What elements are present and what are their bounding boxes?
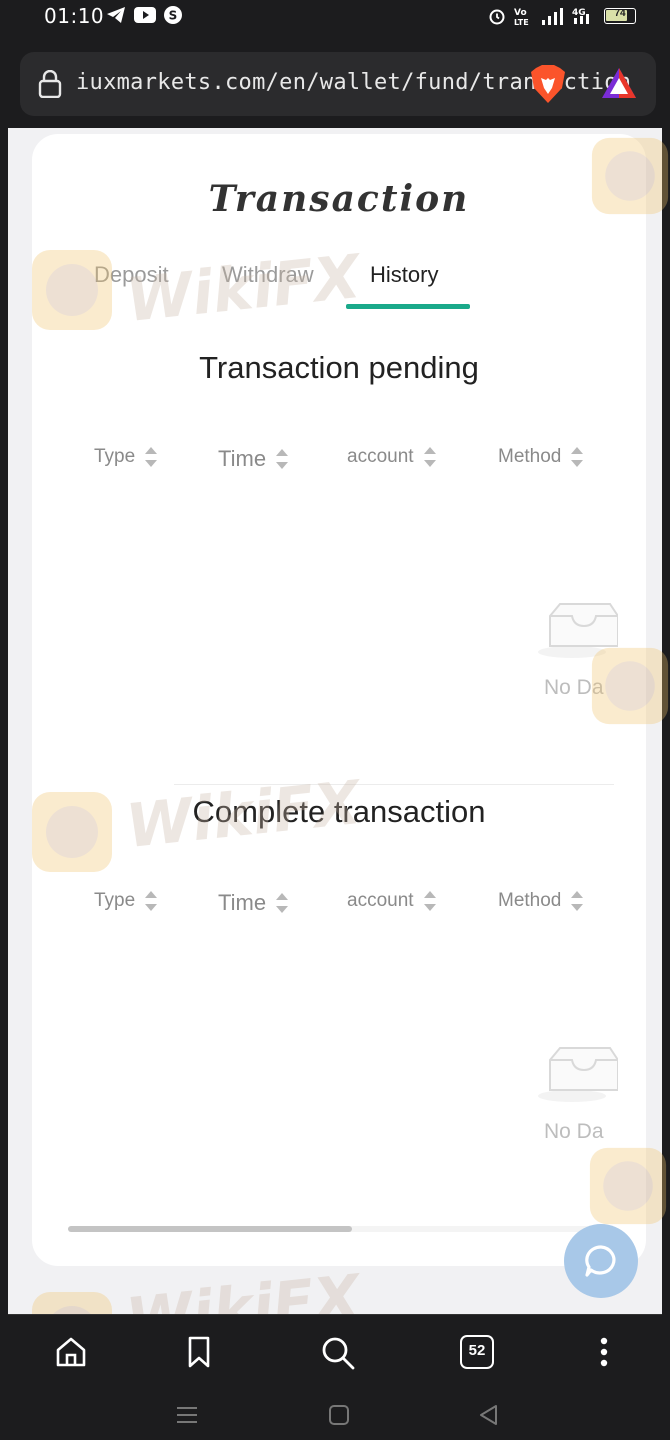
lock-icon bbox=[38, 70, 62, 98]
column-type[interactable]: Type bbox=[94, 890, 158, 912]
alarm-icon bbox=[489, 9, 505, 25]
tab-history[interactable]: History bbox=[370, 262, 438, 288]
recent-apps-button[interactable] bbox=[176, 1404, 198, 1431]
telegram-icon bbox=[107, 7, 125, 23]
column-method-label: Method bbox=[498, 446, 562, 467]
column-time-label: Time bbox=[218, 890, 267, 915]
bookmark-icon bbox=[188, 1336, 210, 1368]
svg-text:Vo: Vo bbox=[514, 8, 527, 18]
pending-table-header: Type Time account Method bbox=[32, 440, 646, 480]
column-time[interactable]: Time bbox=[218, 890, 289, 916]
more-button[interactable] bbox=[594, 1335, 614, 1374]
sort-icon[interactable] bbox=[423, 446, 436, 468]
pending-empty-state: No Da bbox=[538, 596, 646, 716]
empty-inbox-icon bbox=[538, 603, 619, 658]
horizontal-scroll-thumb[interactable] bbox=[68, 1226, 352, 1232]
active-tab-indicator bbox=[346, 304, 470, 309]
complete-empty-state: No Da bbox=[538, 1040, 646, 1160]
brave-lion-icon[interactable] bbox=[530, 64, 566, 104]
4g-icon: 4G bbox=[572, 8, 589, 24]
notification-icons: S bbox=[106, 6, 182, 24]
menu-icon bbox=[177, 1407, 197, 1423]
more-icon bbox=[600, 1337, 608, 1367]
column-type[interactable]: Type bbox=[94, 446, 158, 468]
column-method[interactable]: Method bbox=[498, 890, 584, 912]
sort-icon[interactable] bbox=[423, 890, 436, 912]
column-type-label: Type bbox=[94, 890, 136, 911]
signal-icon bbox=[542, 8, 563, 25]
sort-icon[interactable] bbox=[145, 890, 158, 912]
tab-count: 52 bbox=[468, 1342, 486, 1359]
column-method[interactable]: Method bbox=[498, 446, 584, 468]
address-bar[interactable]: iuxmarkets.com/en/wallet/fund/transactio… bbox=[20, 52, 656, 116]
tabs-icon: 52 bbox=[460, 1335, 494, 1369]
page-title: Transaction bbox=[208, 178, 470, 220]
home-square-icon bbox=[329, 1405, 349, 1425]
back-icon bbox=[480, 1405, 497, 1425]
chat-bubble-icon bbox=[585, 1245, 616, 1277]
complete-empty-text: No Da bbox=[544, 1120, 604, 1143]
battery-icon: 74 bbox=[604, 8, 636, 24]
svg-text:LTE: LTE bbox=[514, 18, 529, 26]
sort-icon[interactable] bbox=[276, 892, 289, 914]
sort-icon[interactable] bbox=[145, 446, 158, 468]
brave-rewards-icon[interactable] bbox=[600, 66, 638, 100]
youtube-icon bbox=[134, 7, 156, 23]
pending-empty-text: No Da bbox=[544, 676, 604, 699]
volte-icon: VoLTE bbox=[514, 8, 529, 26]
section-divider bbox=[174, 784, 614, 785]
browser-toolbar: 52 bbox=[8, 1314, 662, 1392]
home-nav-button[interactable] bbox=[328, 1404, 350, 1431]
status-bar: 01:10 S Vo LTE 4G 74 bbox=[0, 0, 670, 40]
svg-text:4G: 4G bbox=[572, 8, 586, 18]
s-app-icon: S bbox=[164, 6, 182, 24]
chat-button[interactable] bbox=[564, 1224, 638, 1298]
web-page: Transaction Deposit Withdraw History Tra… bbox=[8, 128, 662, 1314]
home-icon bbox=[56, 1337, 86, 1367]
pending-section-title: Transaction pending bbox=[199, 350, 479, 385]
back-button[interactable] bbox=[478, 1404, 500, 1431]
tab-deposit[interactable]: Deposit bbox=[94, 262, 169, 288]
search-icon bbox=[322, 1337, 355, 1370]
tab-withdraw[interactable]: Withdraw bbox=[222, 262, 314, 288]
tabs-button[interactable]: 52 bbox=[460, 1335, 494, 1369]
transaction-tabs: Deposit Withdraw History bbox=[32, 252, 646, 322]
svg-text:S: S bbox=[169, 9, 178, 23]
column-account-label: account bbox=[347, 890, 414, 911]
sort-icon[interactable] bbox=[276, 448, 289, 470]
column-time-label: Time bbox=[218, 446, 267, 471]
system-navigation-bar bbox=[0, 1392, 670, 1440]
search-button[interactable] bbox=[320, 1335, 356, 1376]
complete-table-header: Type Time account Method bbox=[32, 884, 646, 924]
home-button[interactable] bbox=[54, 1335, 88, 1374]
transaction-card: Transaction Deposit Withdraw History Tra… bbox=[32, 134, 646, 1266]
battery-level: 74 bbox=[614, 8, 626, 19]
column-method-label: Method bbox=[498, 890, 562, 911]
column-account[interactable]: account bbox=[347, 446, 436, 468]
sort-icon[interactable] bbox=[571, 890, 584, 912]
sort-icon[interactable] bbox=[571, 446, 584, 468]
complete-section-title: Complete transaction bbox=[192, 794, 486, 829]
column-account-label: account bbox=[347, 446, 414, 467]
column-type-label: Type bbox=[94, 446, 136, 467]
status-time: 01:10 bbox=[44, 4, 105, 28]
bookmark-button[interactable] bbox=[184, 1335, 214, 1374]
column-time[interactable]: Time bbox=[218, 446, 289, 472]
column-account[interactable]: account bbox=[347, 890, 436, 912]
empty-inbox-icon bbox=[538, 1047, 619, 1102]
system-icons: Vo LTE 4G 74 bbox=[488, 6, 636, 26]
